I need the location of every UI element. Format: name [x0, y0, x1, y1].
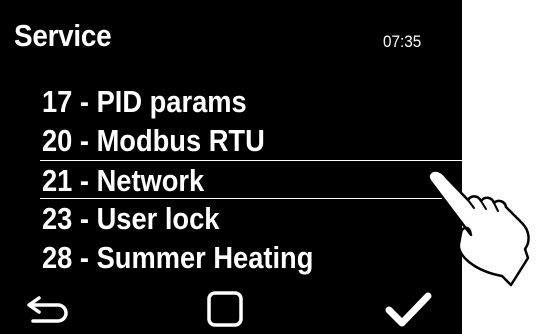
menu-item-label: 23 - User lock — [42, 201, 220, 236]
square-icon — [207, 291, 243, 327]
page-title: Service — [14, 18, 112, 53]
home-button[interactable] — [201, 287, 249, 331]
menu-item-pid-params[interactable]: 17 - PID params — [0, 82, 462, 121]
menu-item-user-lock[interactable]: 23 - User lock — [0, 199, 462, 238]
menu-item-label: 28 - Summer Heating — [42, 240, 314, 275]
menu-item-label: 17 - PID params — [42, 84, 247, 119]
menu-item-summer-heating[interactable]: 28 - Summer Heating — [0, 238, 462, 277]
pointing-hand-icon — [427, 169, 530, 287]
menu-item-network[interactable]: 21 - Network — [40, 160, 462, 199]
back-arrow-icon — [27, 296, 68, 323]
device-screen: Service 07:35 17 - PID params 20 - Modbu… — [0, 0, 462, 334]
menu-item-label: 21 - Network — [42, 163, 205, 198]
back-button[interactable] — [22, 287, 76, 331]
menu-item-label: 20 - Modbus RTU — [42, 123, 265, 158]
service-menu: 17 - PID params 20 - Modbus RTU 21 - Net… — [0, 82, 462, 277]
clock: 07:35 — [383, 32, 422, 51]
menu-item-modbus-rtu[interactable]: 20 - Modbus RTU — [0, 121, 462, 160]
